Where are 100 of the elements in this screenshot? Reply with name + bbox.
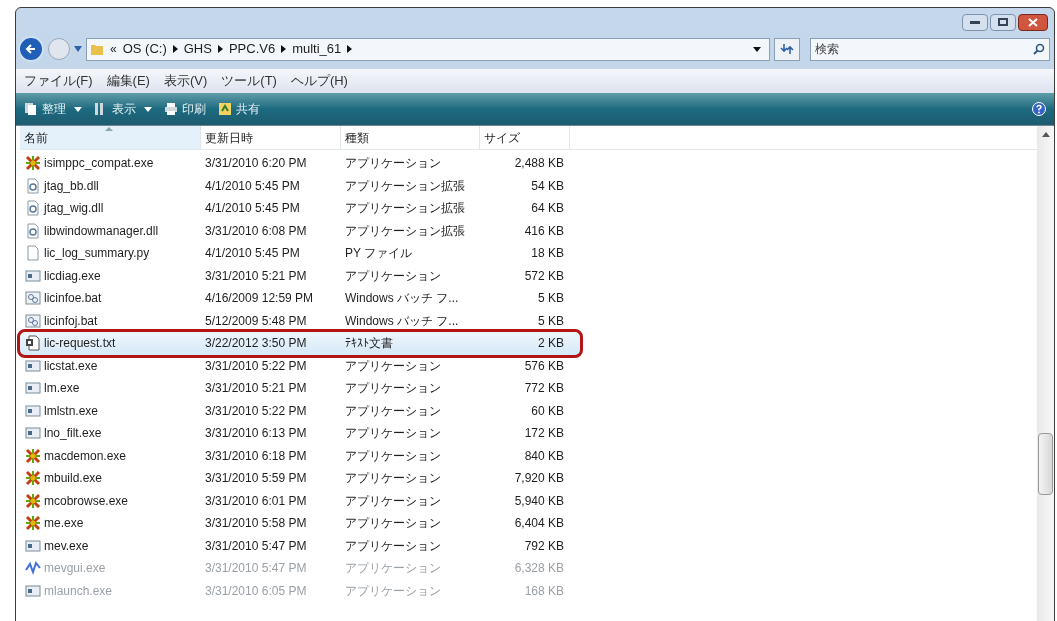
refresh-button[interactable] — [774, 37, 800, 61]
file-row[interactable]: isimppc_compat.exe 3/31/2010 6:20 PM アプリケーション 2,488 KB — [20, 152, 580, 175]
window-app-icon — [25, 402, 41, 419]
printer-icon — [164, 102, 178, 116]
file-row[interactable]: licdiag.exe 3/31/2010 5:21 PM アプリケーション 572 KB — [20, 264, 580, 287]
file-name: licstat.exe — [44, 357, 98, 375]
file-size: 2,488 KB — [513, 155, 565, 173]
file-name: licinfoe.bat — [44, 290, 102, 308]
toolbar-button[interactable]: 表示 — [94, 100, 152, 118]
scroll-up-icon[interactable] — [1041, 132, 1050, 137]
address-bar[interactable]: « OS (C:) GHS PPC.V6 multi_61 — [86, 37, 770, 61]
modified-date: 3/31/2010 5:59 PM — [204, 470, 308, 488]
file-name: mlaunch.exe — [44, 582, 113, 600]
minimize-button[interactable] — [962, 13, 988, 31]
file-row[interactable]: licstat.exe 3/31/2010 5:22 PM アプリケーション 576 KB — [20, 354, 580, 377]
dropdown-caret-icon[interactable] — [753, 46, 761, 52]
chevron-right-icon[interactable] — [172, 45, 178, 53]
scrollbar[interactable] — [1037, 126, 1054, 621]
file-row[interactable]: mcobrowse.exe 3/31/2010 6:01 PM アプリケーション 5,940 KB — [20, 489, 580, 512]
breadcrumb[interactable]: multi_61 — [292, 39, 342, 59]
overflow-chevron[interactable]: « — [110, 40, 117, 58]
menu-item[interactable]: 表示(V) — [163, 71, 208, 91]
file-type: アプリケーション — [344, 537, 442, 555]
modified-date: 3/31/2010 6:20 PM — [204, 155, 308, 173]
menu-item[interactable]: ファイル(F) — [24, 71, 93, 91]
chevron-right-icon[interactable] — [347, 45, 353, 53]
gear-file-icon — [25, 177, 41, 194]
file-row[interactable]: me.exe 3/31/2010 5:58 PM アプリケーション 6,404 KB — [20, 512, 580, 535]
menu-item[interactable]: 編集(E) — [106, 71, 150, 91]
modified-date: 3/31/2010 5:22 PM — [204, 357, 308, 375]
menu-item[interactable]: ツール(T) — [221, 71, 277, 91]
blank-file-icon — [25, 245, 41, 262]
scroll-thumb[interactable] — [1038, 433, 1053, 495]
file-size: 64 KB — [530, 200, 565, 218]
file-type: アプリケーション — [344, 470, 442, 488]
back-button[interactable] — [18, 36, 44, 62]
file-row[interactable]: mev.exe 3/31/2010 5:47 PM アプリケーション 792 KB — [20, 534, 580, 557]
file-row[interactable]: mbuild.exe 3/31/2010 5:59 PM アプリケーション 7,920 KB — [20, 467, 580, 490]
search-input[interactable]: 検索 — [815, 40, 1033, 58]
window-app-icon — [25, 357, 41, 374]
column-header[interactable]: 更新日時 — [201, 126, 341, 149]
search-field[interactable]: 検索 — [810, 37, 1050, 61]
column-header[interactable]: 種類 — [341, 126, 480, 149]
file-row[interactable]: libwindowmanager.dll 3/31/2010 6:08 PM アプリケーション拡張 416 KB — [20, 219, 580, 242]
file-type: アプリケーション — [344, 447, 442, 465]
file-row[interactable]: lm.exe 3/31/2010 5:21 PM アプリケーション 772 KB — [20, 377, 580, 400]
file-type: アプリケーション — [344, 425, 442, 443]
caret-icon[interactable] — [74, 46, 82, 52]
file-type: アプリケーション — [344, 380, 442, 398]
chevron-right-icon[interactable] — [217, 45, 223, 53]
file-row[interactable]: lic-request.txt 3/22/2012 3:50 PM ﾃｷｽﾄ文書 2 KB — [20, 332, 580, 355]
file-row[interactable]: jtag_wig.dll 4/1/2010 5:45 PM アプリケーション拡張 64 KB — [20, 197, 580, 220]
file-row[interactable]: lmlstn.exe 3/31/2010 5:22 PM アプリケーション 60 KB — [20, 399, 580, 422]
column-header[interactable]: サイズ — [480, 126, 570, 149]
file-name: licinfoj.bat — [44, 312, 98, 330]
window-app-icon — [25, 582, 41, 599]
close-icon — [1028, 17, 1038, 27]
menu-item[interactable]: ヘルプ(H) — [290, 71, 348, 91]
breadcrumb[interactable]: OS (C:) — [122, 39, 167, 59]
window-app-icon — [25, 380, 41, 397]
toolbar-button[interactable]: 印刷 — [164, 100, 206, 118]
chevron-right-icon[interactable] — [281, 45, 287, 53]
search-icon — [1033, 43, 1045, 55]
file-row[interactable]: licinfoe.bat 4/16/2009 12:59 PM Windows バッチ フ... 5 KB — [20, 287, 580, 310]
file-type: アプリケーション — [344, 357, 442, 375]
file-size: 7,920 KB — [513, 470, 565, 488]
file-size: 18 KB — [530, 245, 565, 263]
file-row[interactable]: lno_filt.exe 3/31/2010 6:13 PM アプリケーション 172 KB — [20, 422, 580, 445]
file-type: アプリケーション拡張 — [344, 200, 466, 218]
file-type: Windows バッチ フ... — [344, 290, 460, 308]
sort-arrow-icon — [105, 127, 113, 131]
column-label: サイズ — [484, 129, 520, 147]
maximize-button[interactable] — [990, 13, 1016, 31]
file-size: 172 KB — [523, 425, 565, 443]
toolbar-button[interactable]: 整理 — [24, 100, 82, 118]
file-row[interactable]: lic_log_summary.py 4/1/2010 5:45 PM PY ファイル 18 KB — [20, 242, 580, 265]
file-row[interactable]: macdemon.exe 3/31/2010 6:18 PM アプリケーション 840 KB — [20, 444, 580, 467]
window-app-icon — [25, 537, 41, 554]
toolbar-button[interactable]: 共有 — [218, 100, 260, 118]
file-row[interactable]: licinfoj.bat 5/12/2009 5:48 PM Windows バッチ フ... 5 KB — [20, 309, 580, 332]
column-header[interactable]: 名前 — [20, 126, 201, 149]
help-icon[interactable] — [1032, 102, 1046, 116]
close-button[interactable] — [1018, 13, 1048, 31]
file-name: lm.exe — [44, 380, 80, 398]
file-type: アプリケーション — [344, 267, 442, 285]
modified-date: 3/31/2010 6:01 PM — [204, 492, 308, 510]
star-app-icon — [25, 470, 41, 487]
file-type: アプリケーション — [344, 155, 442, 173]
breadcrumb[interactable]: PPC.V6 — [228, 39, 276, 59]
column-label: 種類 — [345, 129, 369, 147]
file-size: 840 KB — [523, 447, 565, 465]
file-row[interactable]: jtag_bb.dll 4/1/2010 5:45 PM アプリケーション拡張 54 KB — [20, 174, 580, 197]
file-name: jtag_wig.dll — [44, 200, 104, 218]
breadcrumb[interactable]: GHS — [183, 39, 212, 59]
file-size: 5 KB — [537, 312, 565, 330]
gear-file-icon — [25, 200, 41, 217]
file-size: 772 KB — [523, 380, 565, 398]
file-name: libwindowmanager.dll — [44, 222, 159, 240]
file-name: macdemon.exe — [44, 447, 127, 465]
modified-date: 3/22/2012 3:50 PM — [204, 335, 308, 353]
